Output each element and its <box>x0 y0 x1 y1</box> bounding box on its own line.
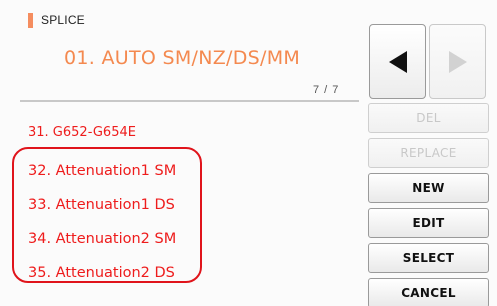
list-item-31[interactable]: 31. G652-G654E <box>28 118 136 148</box>
prev-page-button[interactable] <box>369 24 426 99</box>
screen-title: SPLICE <box>41 13 85 27</box>
new-button[interactable]: NEW <box>368 173 489 203</box>
del-button[interactable]: DEL <box>368 103 489 133</box>
screen-header: SPLICE <box>28 12 85 28</box>
next-page-button[interactable] <box>429 24 486 99</box>
current-mode-name: 01. AUTO SM/NZ/DS/MM <box>64 47 301 69</box>
replace-button[interactable]: REPLACE <box>368 138 489 168</box>
page-indicator: 7 / 7 <box>313 84 340 96</box>
title-accent-bar <box>28 12 33 28</box>
select-button[interactable]: SELECT <box>368 243 489 273</box>
list-item-35[interactable]: 35. Attenuation2 DS <box>28 258 175 288</box>
header-divider <box>20 100 359 102</box>
list-item-34[interactable]: 34. Attenuation2 SM <box>28 224 176 254</box>
triangle-left-icon <box>388 50 407 73</box>
triangle-right-icon <box>448 50 467 73</box>
splice-mode-screen: SPLICE 01. AUTO SM/NZ/DS/MM 7 / 7 31. G6… <box>0 0 497 306</box>
page-navigation <box>369 24 489 99</box>
list-item-32[interactable]: 32. Attenuation1 SM <box>28 156 176 186</box>
list-item-33[interactable]: 33. Attenuation1 DS <box>28 190 175 220</box>
edit-button[interactable]: EDIT <box>368 208 489 238</box>
cancel-button[interactable]: CANCEL <box>368 278 489 306</box>
